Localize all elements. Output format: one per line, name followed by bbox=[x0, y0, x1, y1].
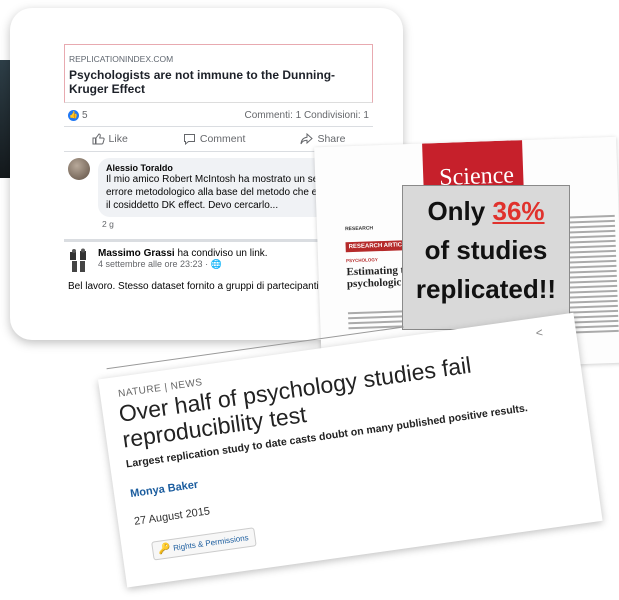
globe-icon: 🌐 bbox=[210, 259, 222, 270]
reaction-summary[interactable]: 👍 5 bbox=[68, 110, 88, 121]
share-action: ha condiviso un link. bbox=[177, 248, 268, 260]
link-domain: REPLICATIONINDEX.COM bbox=[69, 54, 174, 64]
link-title[interactable]: Psychologists are not immune to the Dunn… bbox=[69, 68, 366, 96]
share-date-line: 4 settembre alle ore 23:23 · 🌐 bbox=[98, 259, 268, 270]
share-label: Share bbox=[317, 133, 346, 146]
reaction-bar: 👍 5 Commenti: 1 Condivisioni: 1 bbox=[64, 103, 373, 128]
share-arrow-icon bbox=[300, 133, 314, 145]
callout-percent: 36% bbox=[492, 196, 545, 226]
comment-label: Comment bbox=[199, 133, 246, 146]
share-button[interactable]: Share bbox=[300, 133, 345, 145]
sharer-avatar[interactable] bbox=[68, 248, 90, 274]
like-icon: 👍 bbox=[68, 110, 79, 121]
key-icon: 🔑 bbox=[157, 543, 172, 556]
link-preview[interactable]: REPLICATIONINDEX.COM Psychologists are n… bbox=[64, 44, 373, 103]
shared-post-meta: Massimo Grassi ha condiviso un link. 4 s… bbox=[98, 248, 268, 274]
callout-line-1: Only 36% bbox=[427, 196, 545, 226]
share-date[interactable]: 4 settembre alle ore 23:23 · bbox=[98, 259, 211, 269]
comment-icon bbox=[183, 134, 195, 146]
sharer-line: Massimo Grassi ha condiviso un link. bbox=[98, 248, 268, 259]
reaction-count: 5 bbox=[82, 110, 88, 122]
commenter-avatar[interactable] bbox=[68, 158, 90, 181]
sharer-name[interactable]: Massimo Grassi bbox=[98, 248, 175, 259]
like-label: Like bbox=[108, 133, 128, 146]
thumbs-up-icon bbox=[92, 133, 105, 145]
comments-shares-count[interactable]: Commenti: 1 Condivisioni: 1 bbox=[245, 110, 370, 121]
like-button[interactable]: Like bbox=[92, 133, 128, 145]
comment-button[interactable]: Comment bbox=[183, 133, 246, 146]
science-section: RESEARCH bbox=[344, 225, 374, 233]
sharer-avatar-graphic bbox=[70, 248, 86, 273]
